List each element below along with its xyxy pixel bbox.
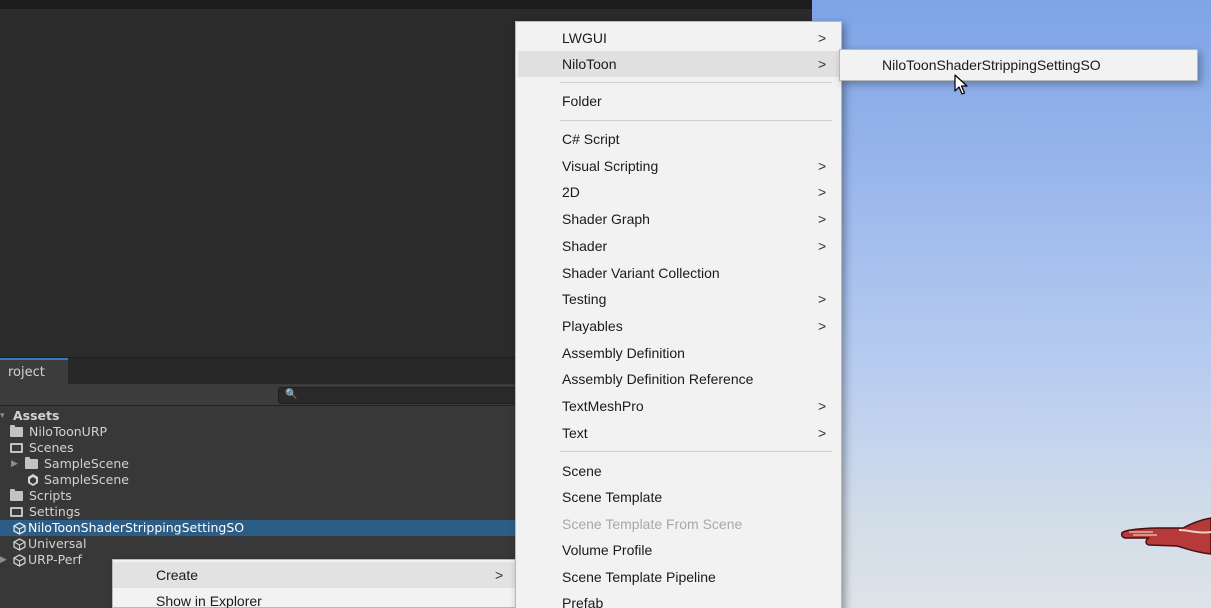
folder-open-icon (10, 443, 23, 453)
scriptable-object-icon (13, 554, 26, 567)
tree-item-samplescene-folder[interactable]: ▶ SampleScene (0, 456, 520, 472)
menu-item-nilotoon-shader-stripping-setting-so[interactable]: NiloToonShaderStrippingSettingSO (842, 52, 1195, 78)
chevron-right-icon: > (818, 398, 827, 414)
folder-icon (10, 489, 23, 501)
expand-arrow-icon[interactable]: ▶ (11, 456, 18, 472)
asset-context-menu: Create > Show in Explorer (112, 559, 516, 608)
menu-separator (560, 120, 832, 121)
menu-item-visual-scripting[interactable]: Visual Scripting > (518, 153, 839, 179)
menu-item-assembly-definition-reference[interactable]: Assembly Definition Reference (518, 366, 839, 392)
tree-item-settings[interactable]: Settings (0, 504, 520, 520)
chevron-right-icon: > (818, 211, 827, 227)
menu-item-folder[interactable]: Folder (518, 88, 839, 114)
tree-item-nilotoonurp[interactable]: NiloToonURP (0, 424, 520, 440)
mouse-cursor-icon (954, 74, 968, 95)
menu-item-csharp-script[interactable]: C# Script (518, 126, 839, 152)
project-tabbar: roject (0, 358, 520, 384)
chevron-right-icon: > (818, 158, 827, 174)
menu-item-volume-profile[interactable]: Volume Profile (518, 537, 839, 563)
tree-item-assets[interactable]: ▾ Assets (0, 408, 520, 424)
project-tree: ▾ Assets NiloToonURP Scenes ▶ SampleScen… (0, 408, 520, 568)
chevron-right-icon: > (818, 56, 827, 72)
expand-arrow-icon[interactable]: ▾ (0, 408, 5, 424)
folder-icon (25, 457, 38, 469)
menu-item-shader-graph[interactable]: Shader Graph > (518, 206, 839, 232)
menu-item-scene-template[interactable]: Scene Template (518, 484, 839, 510)
menu-item-shader-variant-collection[interactable]: Shader Variant Collection (518, 260, 839, 286)
chevron-right-icon: > (818, 30, 827, 46)
folder-open-icon (10, 507, 23, 517)
nilotoon-submenu: NiloToonShaderStrippingSettingSO (839, 49, 1198, 81)
scriptable-object-icon (13, 522, 26, 535)
create-menu: LWGUI > NiloToon > Folder C# Script Visual… (515, 21, 842, 608)
menu-item-scene[interactable]: Scene (518, 458, 839, 484)
menu-item-create[interactable]: Create > (113, 562, 515, 588)
search-input[interactable]: 🔍 (278, 387, 524, 404)
project-toolbar: 🔍 (0, 384, 524, 406)
menu-item-shader[interactable]: Shader > (518, 233, 839, 259)
chevron-right-icon: > (818, 184, 827, 200)
menu-item-show-in-explorer[interactable]: Show in Explorer (113, 588, 515, 608)
tab-project[interactable]: roject (0, 358, 68, 384)
menu-item-playables[interactable]: Playables > (518, 313, 839, 339)
menu-item-scene-template-pipeline[interactable]: Scene Template Pipeline (518, 564, 839, 590)
unity-scene-icon (28, 474, 38, 486)
game-view-sky (812, 0, 1211, 608)
menu-separator (560, 451, 832, 452)
menu-item-prefab[interactable]: Prefab (518, 590, 839, 608)
menu-item-textmeshpro[interactable]: TextMeshPro > (518, 393, 839, 419)
chevron-right-icon: > (818, 318, 827, 334)
menu-item-assembly-definition[interactable]: Assembly Definition (518, 340, 839, 366)
menu-separator (560, 82, 832, 83)
menu-item-testing[interactable]: Testing > (518, 286, 839, 312)
tree-item-nilotoon-shader-stripping-setting-so[interactable]: NiloToonShaderStrippingSettingSO (0, 520, 520, 536)
menu-item-lwgui[interactable]: LWGUI > (518, 25, 839, 51)
tree-item-samplescene[interactable]: SampleScene (0, 472, 520, 488)
search-icon: 🔍 (285, 389, 298, 400)
menu-item-2d[interactable]: 2D > (518, 179, 839, 205)
scriptable-object-icon (13, 538, 26, 551)
chevron-right-icon: > (495, 567, 504, 583)
chevron-right-icon: > (818, 291, 827, 307)
menu-item-nilotoon[interactable]: NiloToon > (518, 51, 839, 77)
chevron-right-icon: > (818, 425, 827, 441)
tree-item-scripts[interactable]: Scripts (0, 488, 520, 504)
tree-item-universal[interactable]: Universal (0, 536, 520, 552)
character-hand-image (1120, 517, 1211, 555)
expand-arrow-icon[interactable]: ▶ (0, 552, 7, 568)
tree-item-scenes[interactable]: Scenes (0, 440, 520, 456)
chevron-right-icon: > (818, 238, 827, 254)
menu-item-scene-template-from-scene: Scene Template From Scene (562, 516, 743, 532)
menu-item-text[interactable]: Text > (518, 420, 839, 446)
folder-icon (10, 425, 23, 437)
